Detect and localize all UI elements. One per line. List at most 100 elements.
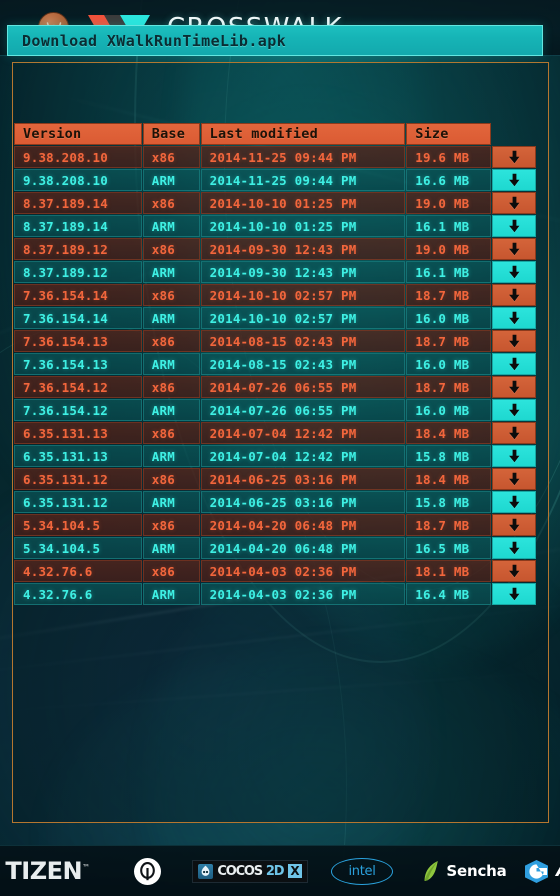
cocos-mascot-icon (198, 863, 214, 879)
column-header-last-modified[interactable]: Last modified (200, 123, 406, 145)
cell-version: 7.36.154.12 (14, 399, 142, 421)
partner-logo-sencha[interactable]: Sencha (410, 846, 520, 896)
cell-size: 16.5 MB (406, 537, 492, 559)
download-arrow-icon (508, 265, 521, 279)
cell-version: 8.37.189.12 (14, 238, 142, 260)
intel-logo: intel (331, 857, 393, 885)
cell-last-modified: 2014-06-25 03:16 PM (200, 468, 406, 490)
cell-version: 7.36.154.14 (14, 284, 142, 306)
tizen-logo: TIZEN™ (5, 857, 90, 885)
column-header-base[interactable]: Base (142, 123, 200, 145)
cell-size: 16.1 MB (406, 215, 492, 237)
download-button[interactable] (492, 169, 536, 191)
table-row: 5.34.104.5 x86 2014-04-20 06:48 PM 18.7 MB (14, 514, 536, 536)
download-arrow-icon (508, 541, 521, 555)
download-button[interactable] (492, 399, 536, 421)
download-arrow-icon (508, 587, 521, 601)
cell-version: 7.36.154.14 (14, 307, 142, 329)
cell-size: 18.7 MB (406, 376, 492, 398)
partner-logo-cocos2dx[interactable]: COCOS 2D X (186, 846, 314, 896)
download-button[interactable] (492, 583, 536, 605)
download-button[interactable] (492, 238, 536, 260)
cell-version: 5.34.104.5 (14, 537, 142, 559)
download-button[interactable] (492, 514, 536, 536)
download-arrow-icon (508, 472, 521, 486)
cell-size: 16.0 MB (406, 307, 492, 329)
cell-last-modified: 2014-04-03 02:36 PM (200, 583, 406, 605)
cell-size: 19.0 MB (406, 192, 492, 214)
download-button[interactable] (492, 445, 536, 467)
cell-last-modified: 2014-06-25 03:16 PM (200, 491, 406, 513)
download-title-bar: Download XWalkRunTimeLib.apk (7, 25, 543, 56)
download-button[interactable] (492, 560, 536, 582)
cell-version: 6.35.131.12 (14, 468, 142, 490)
cell-last-modified: 2014-04-03 02:36 PM (200, 560, 406, 582)
cocos-x-badge: X (288, 864, 302, 878)
cell-last-modified: 2014-07-26 06:55 PM (200, 376, 406, 398)
appgyver-mark-icon (525, 859, 548, 883)
download-button[interactable] (492, 468, 536, 490)
cell-size: 18.7 MB (406, 330, 492, 352)
partner-logo-qt[interactable] (108, 846, 186, 896)
cell-last-modified: 2014-10-10 02:57 PM (200, 307, 406, 329)
cell-base: ARM (142, 169, 200, 191)
download-button[interactable] (492, 192, 536, 214)
cell-version: 7.36.154.13 (14, 353, 142, 375)
download-button[interactable] (492, 330, 536, 352)
cell-base: x86 (142, 238, 200, 260)
cell-size: 16.6 MB (406, 169, 492, 191)
cell-last-modified: 2014-08-15 02:43 PM (200, 353, 406, 375)
download-arrow-icon (508, 449, 521, 463)
download-button[interactable] (492, 307, 536, 329)
download-arrow-icon (508, 380, 521, 394)
download-arrow-icon (508, 518, 521, 532)
cell-last-modified: 2014-07-04 12:42 PM (200, 422, 406, 444)
cell-size: 18.4 MB (406, 468, 492, 490)
qt-logo (133, 857, 161, 885)
download-button[interactable] (492, 353, 536, 375)
cell-size: 19.6 MB (406, 146, 492, 168)
cell-last-modified: 2014-11-25 09:44 PM (200, 146, 406, 168)
download-button[interactable] (492, 284, 536, 306)
download-button[interactable] (492, 261, 536, 283)
download-arrow-icon (508, 403, 521, 417)
sencha-leaf-icon (425, 861, 439, 881)
table-row: 7.36.154.13 ARM 2014-08-15 02:43 PM 16.0 MB (14, 353, 536, 375)
download-button[interactable] (492, 376, 536, 398)
download-button[interactable] (492, 491, 536, 513)
sencha-word: Sencha (446, 862, 507, 880)
table-row: 7.36.154.14 x86 2014-10-10 02:57 PM 18.7 MB (14, 284, 536, 306)
column-header-version[interactable]: Version (14, 123, 142, 145)
download-button[interactable] (492, 146, 536, 168)
partner-logo-bar: TIZEN™ COCOS 2D X intel Sencha (0, 845, 560, 896)
table-row: 9.38.208.10 ARM 2014-11-25 09:44 PM 16.6 MB (14, 169, 536, 191)
cell-size: 15.8 MB (406, 491, 492, 513)
partner-logo-tizen[interactable]: TIZEN™ (0, 846, 108, 896)
column-header-size[interactable]: Size (406, 123, 492, 145)
download-button[interactable] (492, 537, 536, 559)
table-row: 6.35.131.12 ARM 2014-06-25 03:16 PM 15.8 MB (14, 491, 536, 513)
partner-logo-intel[interactable]: intel (314, 846, 410, 896)
table-row: 6.35.131.13 ARM 2014-07-04 12:42 PM 15.8 MB (14, 445, 536, 467)
cell-size: 18.7 MB (406, 284, 492, 306)
download-arrow-icon (508, 311, 521, 325)
table-row: 6.35.131.13 x86 2014-07-04 12:42 PM 18.4 MB (14, 422, 536, 444)
sencha-logo: Sencha (423, 860, 507, 882)
cell-version: 6.35.131.13 (14, 445, 142, 467)
cell-version: 9.38.208.10 (14, 146, 142, 168)
cell-last-modified: 2014-10-10 02:57 PM (200, 284, 406, 306)
cell-base: ARM (142, 491, 200, 513)
download-button[interactable] (492, 215, 536, 237)
table-row: 7.36.154.12 ARM 2014-07-26 06:55 PM 16.0 MB (14, 399, 536, 421)
cell-base: x86 (142, 422, 200, 444)
download-button[interactable] (492, 422, 536, 444)
download-arrow-icon (508, 196, 521, 210)
table-row: 8.37.189.14 x86 2014-10-10 01:25 PM 19.0 MB (14, 192, 536, 214)
cell-size: 18.1 MB (406, 560, 492, 582)
partner-logo-appgyver[interactable]: App Gyver. (520, 846, 560, 896)
downloads-table: Version Base Last modified Size 9.38.208… (14, 123, 536, 606)
appgyver-logo: App Gyver. (524, 859, 560, 884)
cell-version: 7.36.154.12 (14, 376, 142, 398)
cell-last-modified: 2014-09-30 12:43 PM (200, 238, 406, 260)
download-arrow-icon (508, 334, 521, 348)
